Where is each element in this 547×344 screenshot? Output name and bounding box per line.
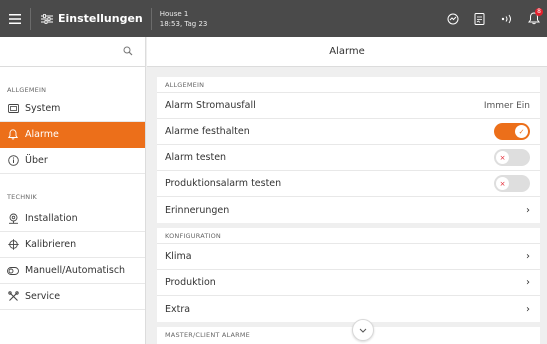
chevron-right-icon: › (526, 303, 530, 315)
chevron-right-icon: › (526, 204, 530, 216)
row-alarm-stromausfall[interactable]: Alarm Stromausfall Immer Ein (157, 93, 540, 119)
section-title-technik: TECHNIK (7, 193, 37, 201)
produktionsalarm-testen-toggle[interactable]: × (494, 175, 530, 192)
sidebar-item-label: Alarme (25, 129, 59, 140)
dashboard-button[interactable] (439, 0, 466, 37)
toggle-icon (7, 265, 19, 277)
row-label: Klima (165, 251, 192, 262)
chevron-right-icon: › (526, 277, 530, 288)
row-produktionsalarm-testen: Produktionsalarm testen × (157, 171, 540, 197)
divider (150, 7, 152, 30)
sidebar-item-alarme[interactable]: Alarme (0, 122, 145, 148)
card-allgemein: ALLGEMEIN Alarm Stromausfall Immer Ein A… (157, 77, 540, 223)
row-label: Produktionsalarm testen (165, 178, 282, 189)
sidebar-item-label: Service (25, 291, 61, 302)
sidebar-item-label: Installation (25, 213, 78, 224)
search-icon[interactable] (123, 46, 133, 56)
card-title: MASTER/CLIENT ALARME (165, 331, 250, 339)
gauge-icon (447, 13, 458, 24)
row-alarme-festhalten: Alarme festhalten ✓ (157, 119, 540, 145)
hamburger-icon (9, 13, 21, 24)
scroll-down-button[interactable] (352, 319, 374, 341)
info-icon (7, 155, 19, 167)
row-klima[interactable]: Klima › (157, 244, 540, 270)
sidebar-item-label: Manuell/Automatisch (25, 265, 126, 276)
card-title: ALLGEMEIN (157, 77, 540, 93)
content-title: Alarme (329, 46, 365, 57)
search-bar[interactable] (0, 37, 145, 67)
row-produktion[interactable]: Produktion › (157, 270, 540, 296)
sidebar-item-system[interactable]: System (0, 96, 145, 122)
row-label: Alarm testen (165, 152, 227, 163)
house-time: 18:53, Tag 23 (159, 19, 208, 28)
page-title: Einstellungen (58, 12, 143, 25)
document-icon (474, 12, 485, 25)
notifications-button[interactable]: 8 (520, 0, 547, 37)
house-info[interactable]: House 1 18:53, Tag 23 (160, 9, 208, 29)
sidebar-item-label: Über (25, 155, 48, 166)
bell-icon (7, 129, 19, 141)
section-title-allgemein: ALLGEMEIN (7, 86, 47, 94)
row-label: Erinnerungen (165, 204, 230, 216)
sidebar-item-installation[interactable]: Installation (0, 206, 145, 232)
settings-header[interactable]: Einstellungen (31, 0, 151, 37)
row-label: Produktion (165, 277, 216, 288)
house-name: House 1 (159, 9, 189, 18)
chevron-down-icon (359, 328, 367, 333)
alarme-festhalten-toggle[interactable]: ✓ (494, 123, 530, 140)
wireless-button[interactable] (493, 0, 520, 37)
sidebar-item-service[interactable]: Service (0, 284, 145, 310)
installation-icon (7, 213, 19, 225)
tools-icon (7, 291, 19, 303)
content-header: Alarme (147, 37, 547, 67)
alarm-testen-toggle[interactable]: × (494, 149, 530, 166)
sidebar-item-kalibrieren[interactable]: Kalibrieren (0, 232, 145, 258)
x-icon: × (496, 151, 509, 164)
top-bar-actions: 8 (439, 0, 547, 37)
monitor-icon (7, 103, 19, 115)
sidebar-item-uber[interactable]: Über (0, 148, 145, 174)
menu-button[interactable] (0, 0, 30, 37)
chevron-right-icon: › (526, 251, 530, 262)
card-title: KONFIGURATION (157, 228, 540, 244)
crosshair-icon (7, 239, 19, 251)
notification-badge: 8 (535, 8, 543, 16)
main-content: Alarme ALLGEMEIN Alarm Stromausfall Imme… (147, 37, 547, 344)
row-extra[interactable]: Extra › (157, 296, 540, 322)
card-master-client: MASTER/CLIENT ALARME (157, 327, 540, 344)
signal-icon (501, 14, 511, 23)
top-bar: Einstellungen House 1 18:53, Tag 23 8 (0, 0, 547, 37)
row-label: Alarm Stromausfall (165, 100, 256, 111)
row-value: Immer Ein (483, 100, 530, 111)
row-label: Extra (165, 303, 191, 315)
settings-sliders-icon (41, 13, 53, 24)
sidebar-item-label: Kalibrieren (25, 239, 77, 250)
report-button[interactable] (466, 0, 493, 37)
row-alarm-testen: Alarm testen × (157, 145, 540, 171)
row-label: Alarme festhalten (165, 126, 250, 137)
card-konfiguration: KONFIGURATION Klima › Produktion › Extra… (157, 228, 540, 322)
sidebar-item-label: System (25, 103, 61, 114)
sidebar-item-manuell-automatisch[interactable]: Manuell/Automatisch (0, 258, 145, 284)
check-icon: ✓ (515, 125, 528, 138)
sidebar: ALLGEMEIN System Alarme Über TECHNIK Ins… (0, 37, 146, 344)
row-erinnerungen[interactable]: Erinnerungen › (157, 197, 540, 223)
x-icon: × (496, 177, 509, 190)
